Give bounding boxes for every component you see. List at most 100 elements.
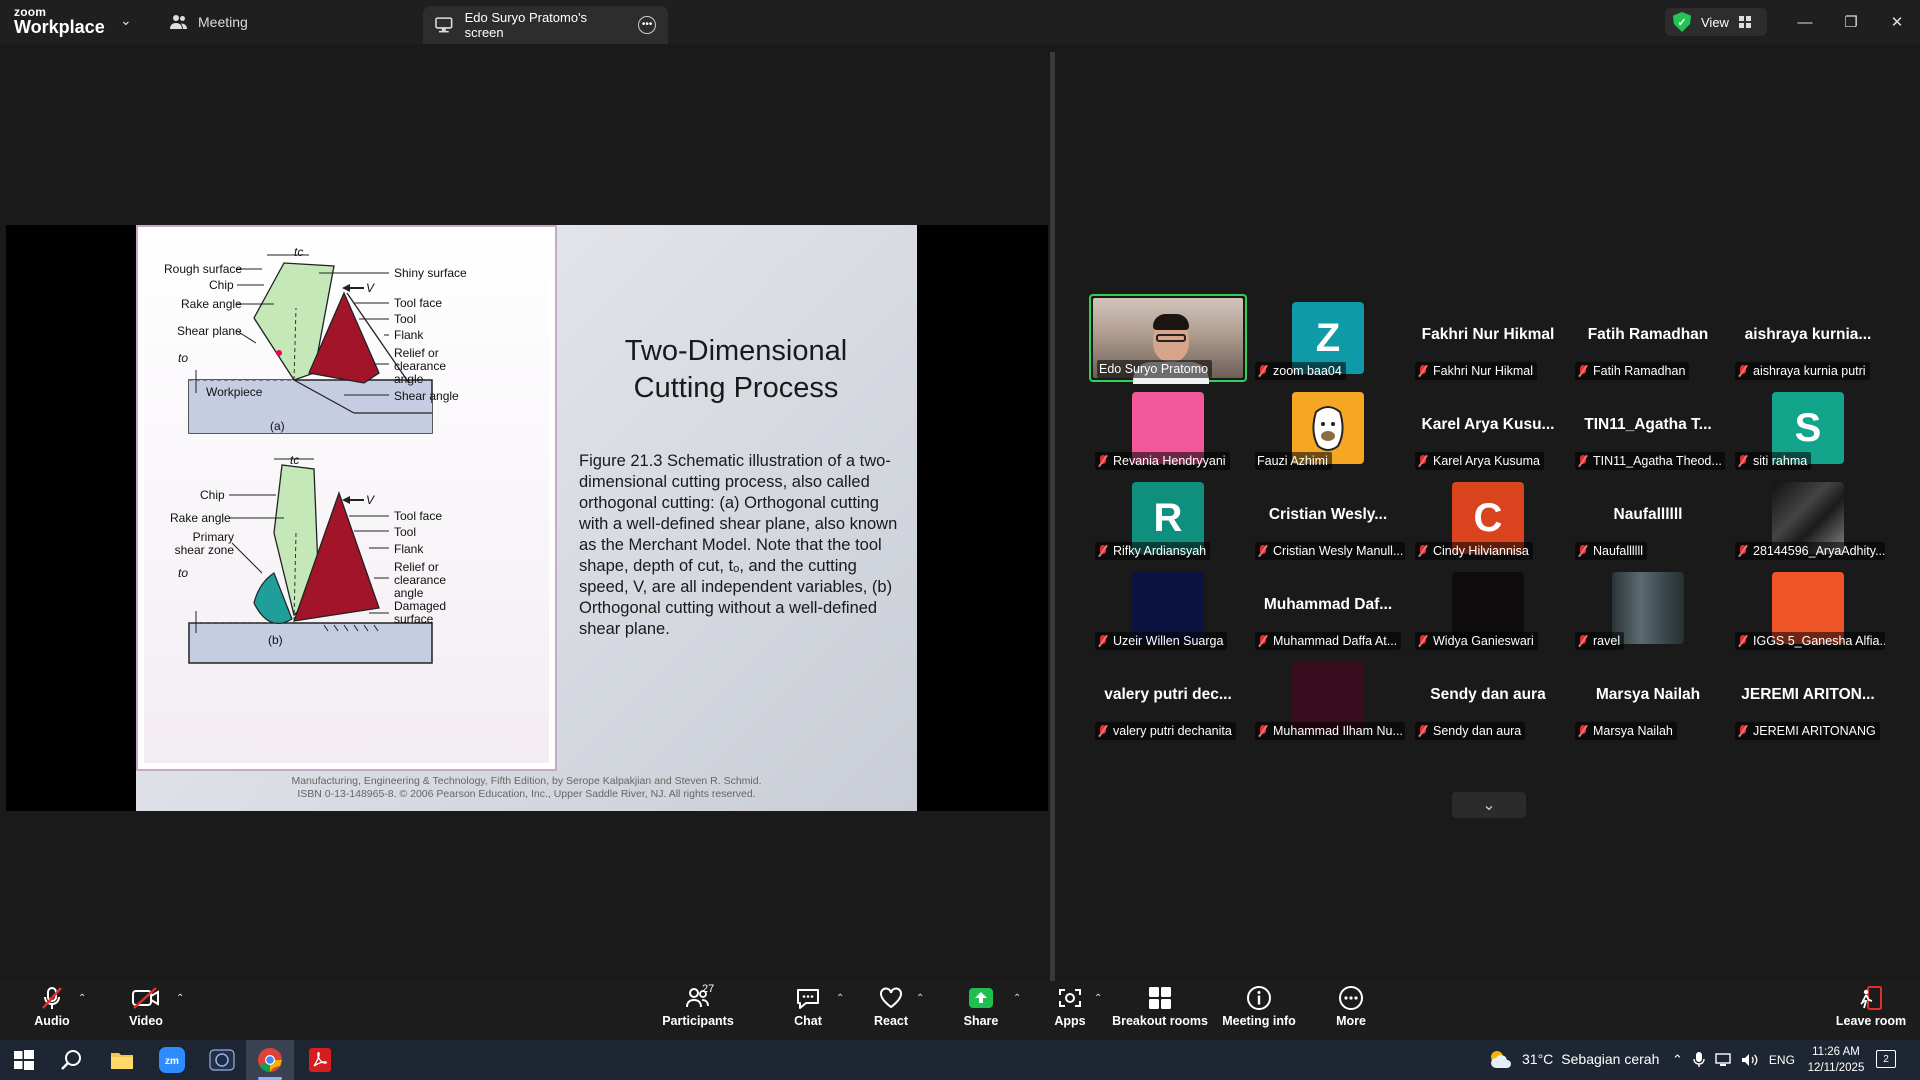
participant-name: Rifky Ardiansyah: [1113, 544, 1207, 558]
network-icon[interactable]: [1715, 1053, 1731, 1067]
chevron-up-icon[interactable]: ⌃: [1672, 1052, 1683, 1068]
search-icon[interactable]: [58, 1046, 86, 1074]
fig-b-caption: (b): [268, 633, 283, 647]
participant-gallery: Edo Suryo Pratomo Zzoom baa04 Fakhri Nur H…: [1055, 44, 1920, 981]
tab-meeting[interactable]: Meeting: [170, 0, 248, 44]
participant-tile[interactable]: JEREMI ARITON... JEREMI ARITONANG: [1729, 654, 1887, 742]
camera-app-icon[interactable]: [208, 1046, 236, 1074]
share-options-caret-icon[interactable]: ⌃: [1013, 993, 1021, 1004]
encryption-shield-icon[interactable]: ✓: [1673, 12, 1691, 32]
meeting-main-area: tc Rough surface Chip Rake angle Shear p…: [0, 44, 1920, 982]
participant-tile[interactable]: IGGS 5_Ganesha Alfia...: [1729, 564, 1887, 652]
gallery-next-page-button[interactable]: ⌄: [1452, 792, 1526, 818]
pdf-reader-icon[interactable]: [306, 1046, 334, 1074]
chevron-down-icon[interactable]: ⌄: [120, 12, 132, 29]
view-button[interactable]: ✓ View: [1665, 8, 1767, 36]
participant-tile[interactable]: Zzoom baa04: [1249, 294, 1407, 382]
chat-button[interactable]: Chat: [793, 985, 823, 1037]
audio-options-caret-icon[interactable]: ⌃: [78, 993, 86, 1004]
fig-a-velocity-label: V: [366, 281, 375, 295]
participant-name-label: aishraya kurnia putri: [1735, 362, 1870, 380]
chrome-icon[interactable]: [256, 1046, 284, 1074]
share-button[interactable]: Share: [964, 985, 998, 1037]
apps-icon: [1059, 989, 1081, 1007]
apps-options-caret-icon[interactable]: ⌃: [1094, 993, 1102, 1004]
mic-muted-icon: [1257, 635, 1269, 647]
participant-display-name: Marsya Nailah: [1595, 686, 1701, 703]
weather-widget[interactable]: 31°C Sebagian cerah: [1488, 1048, 1659, 1070]
react-options-caret-icon[interactable]: ⌃: [916, 993, 924, 1004]
fig-a-label-rake-angle: Rake angle: [181, 297, 242, 311]
participant-tile[interactable]: Marsya Nailah Marsya Nailah: [1569, 654, 1727, 742]
participant-name: Widya Ganieswari: [1433, 634, 1534, 648]
breakout-rooms-button[interactable]: Breakout rooms: [1112, 985, 1208, 1037]
apps-button[interactable]: Apps: [1054, 985, 1086, 1037]
restore-icon[interactable]: ❐: [1828, 0, 1874, 44]
tab-meeting-label: Meeting: [198, 14, 248, 30]
participant-tile[interactable]: ravel: [1569, 564, 1727, 652]
react-button[interactable]: React: [873, 985, 909, 1037]
react-label: React: [873, 1014, 909, 1028]
participant-name: Fakhri Nur Hikmal: [1433, 364, 1534, 378]
participant-tile[interactable]: Fauzi Azhimi: [1249, 384, 1407, 472]
fig-a-label-shear-plane: Shear plane: [177, 324, 242, 338]
participant-display-name: Sendy dan aura: [1430, 686, 1546, 703]
more-icon: [1339, 986, 1363, 1010]
participant-tile[interactable]: aishraya kurnia... aishraya kurnia putri: [1729, 294, 1887, 382]
meeting-info-button[interactable]: Meeting info: [1222, 985, 1296, 1037]
participant-name: siti rahma: [1753, 454, 1808, 468]
system-tray: ⌃ ENG: [1672, 1040, 1795, 1080]
participant-tile[interactable]: Karel Arya Kusu... Karel Arya Kusuma: [1409, 384, 1567, 472]
file-explorer-icon[interactable]: [108, 1046, 136, 1074]
participant-tile[interactable]: Muhammad Daf... Muhammad Daffa At...: [1249, 564, 1407, 652]
participant-name: Fatih Ramadhan: [1593, 364, 1686, 378]
participants-count-badge: 27: [702, 983, 715, 995]
participant-display-name: Fatih Ramadhan: [1587, 326, 1709, 343]
close-icon[interactable]: ✕: [1874, 0, 1920, 44]
notification-center-icon[interactable]: 2: [1876, 1050, 1896, 1068]
zoom-app-icon[interactable]: zm: [158, 1046, 186, 1074]
participant-display-name: JEREMI ARITON...: [1741, 686, 1875, 703]
leave-room-button[interactable]: Leave room: [1836, 985, 1906, 1037]
participant-tile[interactable]: C Cindy Hilviannisa: [1409, 474, 1567, 562]
participant-tile[interactable]: Widya Ganieswari: [1409, 564, 1567, 652]
participant-tile[interactable]: Fatih Ramadhan Fatih Ramadhan: [1569, 294, 1727, 382]
minimize-icon[interactable]: —: [1782, 0, 1828, 44]
chat-icon: [797, 989, 819, 1009]
fig-a-label-relief-angle: Relief or clearance angle: [394, 346, 447, 386]
windows-start-icon[interactable]: [10, 1046, 38, 1074]
participant-tile[interactable]: Sendy dan aura Sendy dan aura: [1409, 654, 1567, 742]
participant-tile[interactable]: R Rifky Ardiansyah: [1089, 474, 1247, 562]
participant-tile[interactable]: Uzeir Willen Suarga: [1089, 564, 1247, 652]
chat-options-caret-icon[interactable]: ⌃: [836, 993, 844, 1004]
participants-button[interactable]: 27 Participants: [662, 983, 734, 1037]
audio-button[interactable]: Audio: [34, 985, 70, 1037]
participant-tile[interactable]: Muhammad Ilham Nu...: [1249, 654, 1407, 742]
input-language-indicator[interactable]: ENG: [1769, 1053, 1795, 1067]
participant-tile[interactable]: Cristian Wesly... Cristian Wesly Manull..…: [1249, 474, 1407, 562]
more-options-icon[interactable]: •••: [638, 16, 656, 34]
fig-b-depth-label: to: [178, 566, 189, 580]
participant-tile[interactable]: Naufallllll Naufallllll: [1569, 474, 1727, 562]
participant-tile[interactable]: 28144596_AryaAdhity...: [1729, 474, 1887, 562]
participant-tile[interactable]: Revania Hendryyani: [1089, 384, 1247, 472]
fig-a-label-flank: Flank: [394, 328, 424, 342]
participant-tile[interactable]: TIN11_Agatha T... TIN11_Agatha Theod...: [1569, 384, 1727, 472]
participant-tile[interactable]: Ssiti rahma: [1729, 384, 1887, 472]
zoom-logo[interactable]: zoom Workplace: [14, 6, 105, 36]
mic-muted-icon: [1577, 725, 1589, 737]
more-button[interactable]: More: [1334, 985, 1368, 1037]
volume-icon[interactable]: [1741, 1053, 1759, 1067]
tab-shared-screen[interactable]: Edo Suryo Pratomo's screen •••: [423, 6, 668, 44]
participant-name: Cindy Hilviannisa: [1433, 544, 1529, 558]
share-label: Share: [963, 1014, 999, 1028]
leave-room-label: Leave room: [1835, 1014, 1907, 1028]
microphone-icon[interactable]: [1693, 1052, 1705, 1068]
participant-tile[interactable]: valery putri dec... valery putri dechanit…: [1089, 654, 1247, 742]
fig-a-label-tool: Tool: [394, 312, 417, 326]
taskbar-clock[interactable]: 11:26 AM 12/11/2025: [1806, 1044, 1866, 1076]
video-options-caret-icon[interactable]: ⌃: [176, 993, 184, 1004]
participant-tile[interactable]: Fakhri Nur Hikmal Fakhri Nur Hikmal: [1409, 294, 1567, 382]
participant-tile[interactable]: Edo Suryo Pratomo: [1089, 294, 1247, 384]
video-button[interactable]: Video: [126, 985, 166, 1037]
